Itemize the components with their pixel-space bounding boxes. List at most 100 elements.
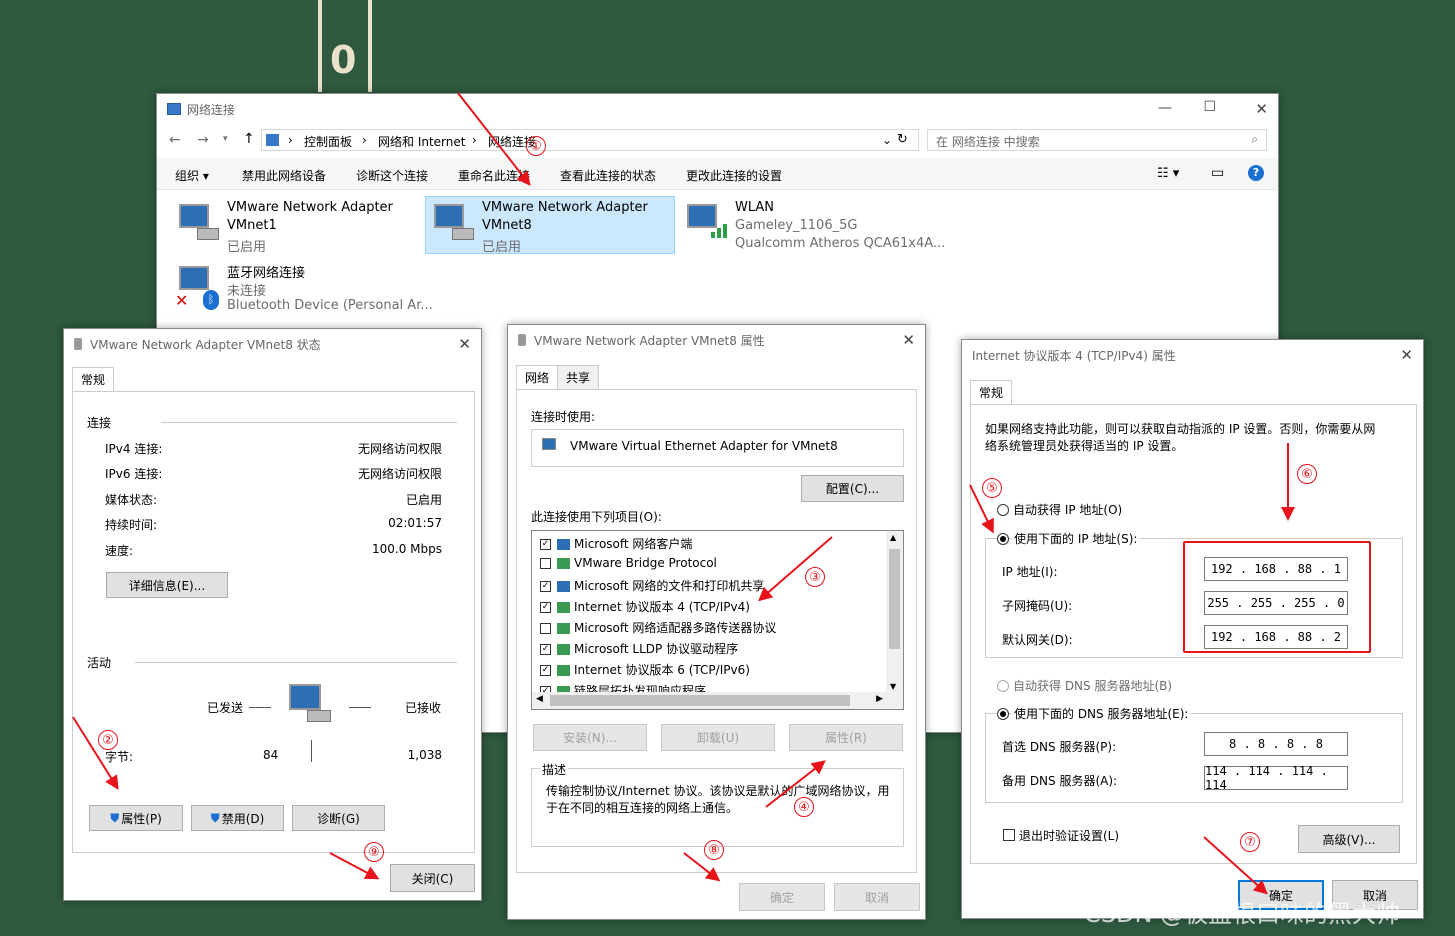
annotation-4: ④ — [794, 797, 814, 817]
view-options-icon[interactable]: ☷ ▾ — [1157, 166, 1179, 181]
item-properties-button[interactable]: 属性(R) — [789, 724, 903, 751]
component-icon — [557, 623, 570, 634]
connect-using-label: 连接时使用: — [531, 410, 596, 424]
properties-dialog: VMware Network Adapter VMnet8 属性 ✕ 网络 共享… — [507, 324, 926, 920]
refresh-icon[interactable]: ↻ — [897, 132, 908, 147]
validate-checkbox[interactable] — [1003, 829, 1015, 841]
adapter-name: VMware Virtual Ethernet Adapter for VMne… — [570, 439, 838, 453]
breadcrumb-sep-icon: › — [288, 133, 293, 147]
status-tabs: 常规 — [64, 367, 481, 391]
component-item[interactable]: ✓ Internet 协议版本 6 (TCP/IPv6) — [540, 661, 750, 678]
adapter-sub: VMnet1 — [227, 218, 277, 233]
change-settings-button[interactable]: 更改此连接的设置 — [686, 167, 782, 184]
minimize-button[interactable]: — — [1158, 100, 1172, 116]
details-button[interactable]: 详细信息(E)... — [106, 572, 228, 598]
uninstall-button[interactable]: 卸载(U) — [661, 724, 775, 751]
preview-pane-icon[interactable]: ▭ — [1211, 165, 1224, 181]
scrollbar-horizontal[interactable]: ◀ ▶ — [532, 692, 903, 709]
breadcrumb-control-panel[interactable]: 控制面板 — [304, 133, 352, 150]
ok-button[interactable]: 确定 — [739, 883, 825, 911]
alternate-dns-field[interactable]: 114 . 114 . 114 . 114 — [1204, 764, 1348, 792]
bytes-label: 字节: — [105, 750, 134, 764]
command-bar: 组织 ▾ 禁用此网络设备 诊断这个连接 重命名此连接 查看此连接的状态 更改此连… — [157, 158, 1278, 190]
cancel-button[interactable]: 取消 — [834, 883, 920, 911]
tab-general[interactable]: 常规 — [970, 380, 1013, 404]
scrollbar-thumb[interactable] — [889, 549, 900, 649]
preferred-dns-field[interactable]: 8 . 8 . 8 . 8 — [1204, 732, 1348, 756]
search-box[interactable]: 在 网络连接 中搜索 ⌕ — [927, 129, 1267, 151]
tab-sharing[interactable]: 共享 — [557, 365, 600, 389]
sent-label: 已发送 — [207, 701, 244, 715]
component-checkbox[interactable]: ✓ — [540, 665, 551, 676]
close-icon[interactable]: ✕ — [902, 331, 915, 349]
close-icon[interactable]: ✕ — [1400, 346, 1413, 364]
adapter-wlan[interactable]: WLAN Gameley_1106_5G Qualcomm Atheros QC… — [679, 198, 945, 254]
shield-icon: ⛊ — [210, 810, 220, 825]
component-item[interactable]: VMware Bridge Protocol — [540, 556, 717, 570]
auto-dns-radio[interactable] — [997, 680, 1009, 692]
props-panel: 连接时使用: VMware Virtual Ethernet Adapter f… — [516, 389, 917, 873]
view-status-button[interactable]: 查看此连接的状态 — [560, 167, 656, 184]
items-list[interactable]: ✓ Microsoft 网络客户端 VMware Bridge Protocol ✓ M… — [531, 530, 904, 710]
tab-general[interactable]: 常规 — [72, 367, 115, 391]
ip-address-label: IP 地址(I): — [1002, 565, 1058, 579]
help-icon[interactable]: ? — [1248, 165, 1264, 181]
diagnose-button[interactable]: 诊断(G) — [292, 805, 385, 831]
divider — [349, 707, 371, 708]
folder-icon — [266, 134, 279, 146]
adapter-bluetooth[interactable]: ✕ ᛒ 蓝牙网络连接 未连接 Bluetooth Device (Persona… — [171, 260, 433, 316]
address-dropdown-icon[interactable]: ⌄ — [882, 133, 892, 147]
component-checkbox[interactable]: ✓ — [540, 581, 551, 592]
component-item[interactable]: ✓ Microsoft 网络客户端 — [540, 535, 692, 552]
nav-back-icon[interactable]: ← — [169, 132, 181, 148]
component-icon — [557, 581, 570, 592]
status-titlebar: VMware Network Adapter VMnet8 状态 ✕ — [64, 329, 481, 359]
component-item[interactable]: ✓ Internet 协议版本 4 (TCP/IPv4) — [540, 598, 750, 615]
install-button[interactable]: 安装(N)... — [533, 724, 647, 751]
component-item[interactable]: ✓ Microsoft LLDP 协议驱动程序 — [540, 640, 738, 657]
component-checkbox[interactable] — [540, 558, 551, 569]
component-checkbox[interactable]: ✓ — [540, 602, 551, 613]
ipv4-title: Internet 协议版本 4 (TCP/IPv4) 属性 — [972, 348, 1176, 363]
scroll-left-icon[interactable]: ◀ — [536, 694, 543, 704]
nav-up-icon[interactable]: ↑ — [243, 131, 255, 147]
auto-ip-radio[interactable] — [997, 504, 1009, 516]
component-checkbox[interactable]: ✓ — [540, 644, 551, 655]
nav-forward-icon[interactable]: → — [197, 132, 209, 148]
close-icon[interactable]: ✕ — [458, 335, 471, 353]
nav-recent-icon[interactable]: ▾ — [223, 134, 228, 144]
adapter-vmnet8[interactable]: VMware Network Adapter VMnet8 已启用 — [425, 196, 675, 255]
component-item[interactable]: Microsoft 网络适配器多路传送器协议 — [540, 619, 776, 636]
disable-device-button[interactable]: 禁用此网络设备 — [242, 167, 326, 184]
adapter-status: 已启用 — [227, 240, 267, 255]
properties-button[interactable]: ⛊ 属性(P) — [89, 805, 183, 831]
scrollbar-vertical[interactable]: ▲ ▼ — [886, 531, 903, 693]
disable-button[interactable]: ⛊ 禁用(D) — [191, 805, 284, 831]
adapter-name: VMware Network Adapter — [482, 200, 648, 215]
breadcrumb-network-internet[interactable]: 网络和 Internet — [378, 133, 465, 150]
advanced-button[interactable]: 高级(V)... — [1298, 825, 1400, 853]
adapter-vmnet1[interactable]: VMware Network Adapter VMnet1 已启用 — [171, 198, 411, 255]
diagnose-button[interactable]: 诊断这个连接 — [356, 167, 428, 184]
auto-ip-label: 自动获得 IP 地址(O) — [1013, 503, 1123, 517]
component-checkbox[interactable]: ✓ — [540, 539, 551, 550]
address-bar[interactable]: › 控制面板 › 网络和 Internet › 网络连接 ⌄ — [261, 129, 919, 151]
organize-menu[interactable]: 组织 ▾ — [175, 167, 209, 184]
component-label: Microsoft 网络适配器多路传送器协议 — [574, 621, 777, 635]
close-button[interactable]: 关闭(C) — [390, 864, 475, 892]
scroll-up-icon[interactable]: ▲ — [890, 533, 896, 542]
scroll-down-icon[interactable]: ▼ — [890, 682, 896, 691]
configure-button[interactable]: 配置(C)... — [801, 475, 904, 502]
component-item[interactable]: ✓ Microsoft 网络的文件和打印机共享 — [540, 577, 764, 594]
manual-dns-radio[interactable] — [997, 708, 1009, 720]
manual-ip-radio[interactable] — [997, 533, 1009, 545]
close-button[interactable]: ✕ — [1255, 100, 1268, 118]
intro-text: 如果网络支持此功能，则可以获取自动指派的 IP 设置。否则，你需要从网络系统管理… — [985, 422, 1376, 453]
scroll-right-icon[interactable]: ▶ — [876, 694, 883, 704]
connection-header: 连接 — [87, 416, 112, 430]
component-checkbox[interactable] — [540, 623, 551, 634]
scrollbar-h-thumb[interactable] — [550, 695, 850, 706]
maximize-button[interactable]: ☐ — [1203, 99, 1216, 115]
tab-network[interactable]: 网络 — [516, 365, 559, 389]
received-label: 已接收 — [405, 701, 442, 715]
